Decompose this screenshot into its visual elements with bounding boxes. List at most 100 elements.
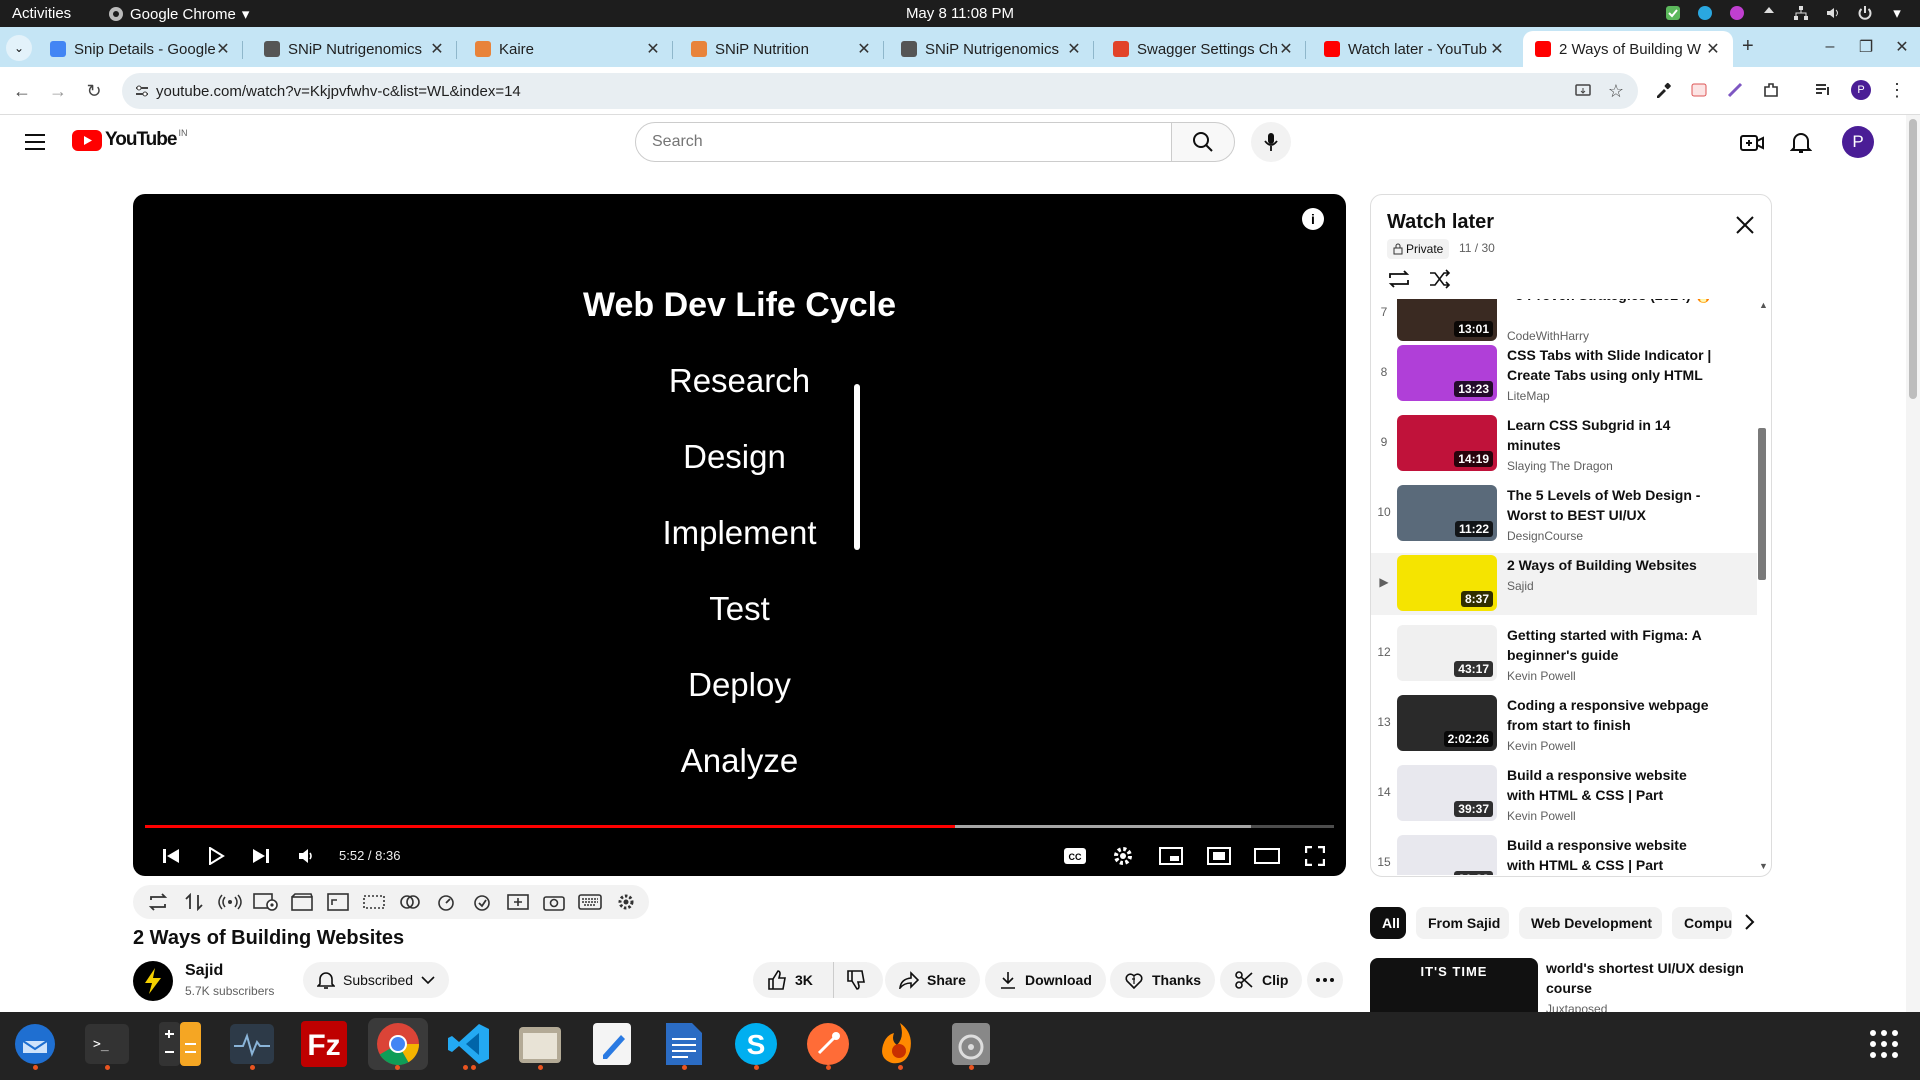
resize-icon[interactable] <box>325 889 351 915</box>
chrome-dock-icon[interactable] <box>368 1018 428 1070</box>
chip-from-sajid[interactable]: From Sajid <box>1416 907 1509 939</box>
eyedropper-icon[interactable] <box>1652 79 1674 101</box>
scroll-up-icon[interactable]: ▲ <box>1759 300 1768 310</box>
subscribed-button[interactable]: Subscribed <box>303 962 450 998</box>
scroll-down-icon[interactable]: ▼ <box>1759 861 1768 871</box>
playlist-item[interactable]: 10 11:22 The 5 Levels of Web Design - Wors… <box>1371 483 1757 549</box>
tab-7[interactable]: Watch later - YouTub ✕ <box>1312 31 1517 67</box>
playlist-title[interactable]: Watch later <box>1387 211 1494 234</box>
dislike-button[interactable] <box>833 962 883 998</box>
bookmark-star-icon[interactable]: ☆ <box>1608 81 1624 102</box>
system-monitor-icon[interactable] <box>226 1018 278 1070</box>
tab-close-icon[interactable]: ✕ <box>1278 39 1294 59</box>
postman-icon[interactable] <box>802 1018 854 1070</box>
show-apps-icon[interactable] <box>1858 1018 1910 1070</box>
search-input[interactable] <box>652 133 1171 151</box>
new-tab-button[interactable]: + <box>1742 35 1754 58</box>
playlist-item[interactable]: 8 13:23 CSS Tabs with Slide Indicator | Cr… <box>1371 343 1757 409</box>
reload-button[interactable]: ↻ <box>82 79 106 103</box>
playlist-item-current[interactable]: ▶ 8:37 2 Ways of Building Websites Sajid <box>1371 553 1757 615</box>
film-strip-icon[interactable] <box>361 889 387 915</box>
chip-web-development[interactable]: Web Development <box>1519 907 1662 939</box>
restore-icon[interactable]: ❐ <box>1848 37 1884 57</box>
tab-1[interactable]: Snip Details - Google ✕ <box>38 31 243 67</box>
clock[interactable]: May 8 11:08 PM <box>0 5 1920 22</box>
chip-all[interactable]: All <box>1370 907 1406 939</box>
playlist-item-thumbnail[interactable]: 13:23 <box>1397 345 1497 401</box>
info-icon[interactable]: i <box>1302 208 1324 230</box>
sort-icon[interactable] <box>181 889 207 915</box>
account-avatar[interactable]: P <box>1842 126 1874 158</box>
vscode-icon[interactable] <box>443 1018 495 1070</box>
play-button[interactable] <box>198 838 234 874</box>
tab-close-icon[interactable]: ✕ <box>215 39 231 59</box>
chips-next-icon[interactable] <box>1744 913 1756 931</box>
page-scrollbar-thumb[interactable] <box>1909 119 1917 399</box>
tab-close-icon[interactable]: ✕ <box>429 39 445 59</box>
files-icon[interactable] <box>514 1018 566 1070</box>
firefox-dev-icon[interactable] <box>874 1018 926 1070</box>
volume-button[interactable] <box>288 838 324 874</box>
fullscreen-button[interactable] <box>1297 838 1333 874</box>
tab-2[interactable]: SNiP Nutrigenomics ✕ <box>252 31 457 67</box>
more-actions-button[interactable] <box>1307 962 1343 998</box>
hamburger-menu-icon[interactable] <box>24 133 46 151</box>
pen-extension-icon[interactable] <box>1724 79 1746 101</box>
video-player[interactable]: i Web Dev Life Cycle Research Design Imp… <box>133 194 1346 876</box>
loop-playlist-icon[interactable] <box>1387 269 1411 289</box>
playlist-item-thumbnail[interactable]: 43:17 <box>1397 625 1497 681</box>
profile-avatar[interactable]: P <box>1851 80 1871 100</box>
playlist-item-thumbnail[interactable]: 11:22 <box>1397 485 1497 541</box>
playlist-item-thumbnail[interactable]: 39:37 <box>1397 765 1497 821</box>
download-button[interactable]: Download <box>985 962 1106 998</box>
playlist-item[interactable]: 15 21:23 Build a responsive website with H… <box>1371 833 1757 875</box>
media-controls-icon[interactable] <box>1812 79 1834 101</box>
channel-name[interactable]: Sajid <box>185 962 223 980</box>
playlist-item[interactable]: 12 43:17 Getting started with Figma: A beg… <box>1371 623 1757 689</box>
related-video-thumbnail[interactable]: IT'S TIME <box>1370 958 1538 1012</box>
tab-8[interactable]: 2 Ways of Building W ✕ <box>1523 31 1733 67</box>
tab-5[interactable]: SNiP Nutrigenomics ✕ <box>889 31 1094 67</box>
playlist-item[interactable]: 14 39:37 Build a responsive website with H… <box>1371 763 1757 829</box>
clip-button[interactable]: Clip <box>1220 962 1303 998</box>
document-viewer-icon[interactable] <box>658 1018 710 1070</box>
playlist-item[interactable]: 9 14:19 Learn CSS Subgrid in 14 minutes Sla… <box>1371 413 1757 479</box>
youtube-logo[interactable]: YouTube IN <box>72 128 187 151</box>
extension-icon[interactable] <box>1688 79 1710 101</box>
search-button[interactable] <box>1171 122 1235 162</box>
tab-close-icon[interactable]: ✕ <box>645 39 661 59</box>
settings-button[interactable] <box>1105 838 1141 874</box>
site-info-icon[interactable] <box>134 83 150 99</box>
previous-button[interactable] <box>153 838 189 874</box>
pip-button[interactable] <box>1201 838 1237 874</box>
create-video-icon[interactable] <box>1738 129 1766 157</box>
disk-utility-icon[interactable] <box>945 1018 997 1070</box>
playlist-scrollbar[interactable] <box>1758 428 1766 580</box>
tab-6[interactable]: Swagger Settings Ch ✕ <box>1101 31 1306 67</box>
tab-close-icon[interactable]: ✕ <box>1066 39 1082 59</box>
progress-bar[interactable] <box>145 825 1334 828</box>
text-editor-icon[interactable] <box>586 1018 638 1070</box>
install-app-icon[interactable] <box>1574 82 1592 100</box>
tab-4[interactable]: SNiP Nutrition ✕ <box>679 31 884 67</box>
extensions-puzzle-icon[interactable] <box>1760 79 1782 101</box>
speed-boost-icon[interactable] <box>469 889 495 915</box>
notifications-bell-icon[interactable] <box>1787 129 1815 157</box>
channel-avatar[interactable] <box>133 961 173 1001</box>
tab-close-icon[interactable]: ✕ <box>1489 39 1505 59</box>
search-box[interactable] <box>635 122 1172 162</box>
close-window-icon[interactable]: ✕ <box>1884 37 1920 57</box>
broadcast-icon[interactable] <box>217 889 243 915</box>
close-playlist-icon[interactable] <box>1735 215 1755 235</box>
miniplayer-button[interactable] <box>1153 838 1189 874</box>
more-menu-icon[interactable]: ⋮ <box>1886 79 1908 101</box>
chip-computer[interactable]: Compu <box>1672 907 1732 939</box>
captions-button[interactable]: CC <box>1057 838 1093 874</box>
system-tray[interactable]: ▾ <box>1664 4 1906 22</box>
cinema-icon[interactable] <box>289 889 315 915</box>
playlist-item-thumbnail[interactable]: 21:23 <box>1397 835 1497 875</box>
keyboard-icon[interactable] <box>577 889 603 915</box>
add-screen-icon[interactable] <box>505 889 531 915</box>
loop-icon[interactable] <box>145 889 171 915</box>
tab-3[interactable]: Kaire ✕ <box>463 31 673 67</box>
